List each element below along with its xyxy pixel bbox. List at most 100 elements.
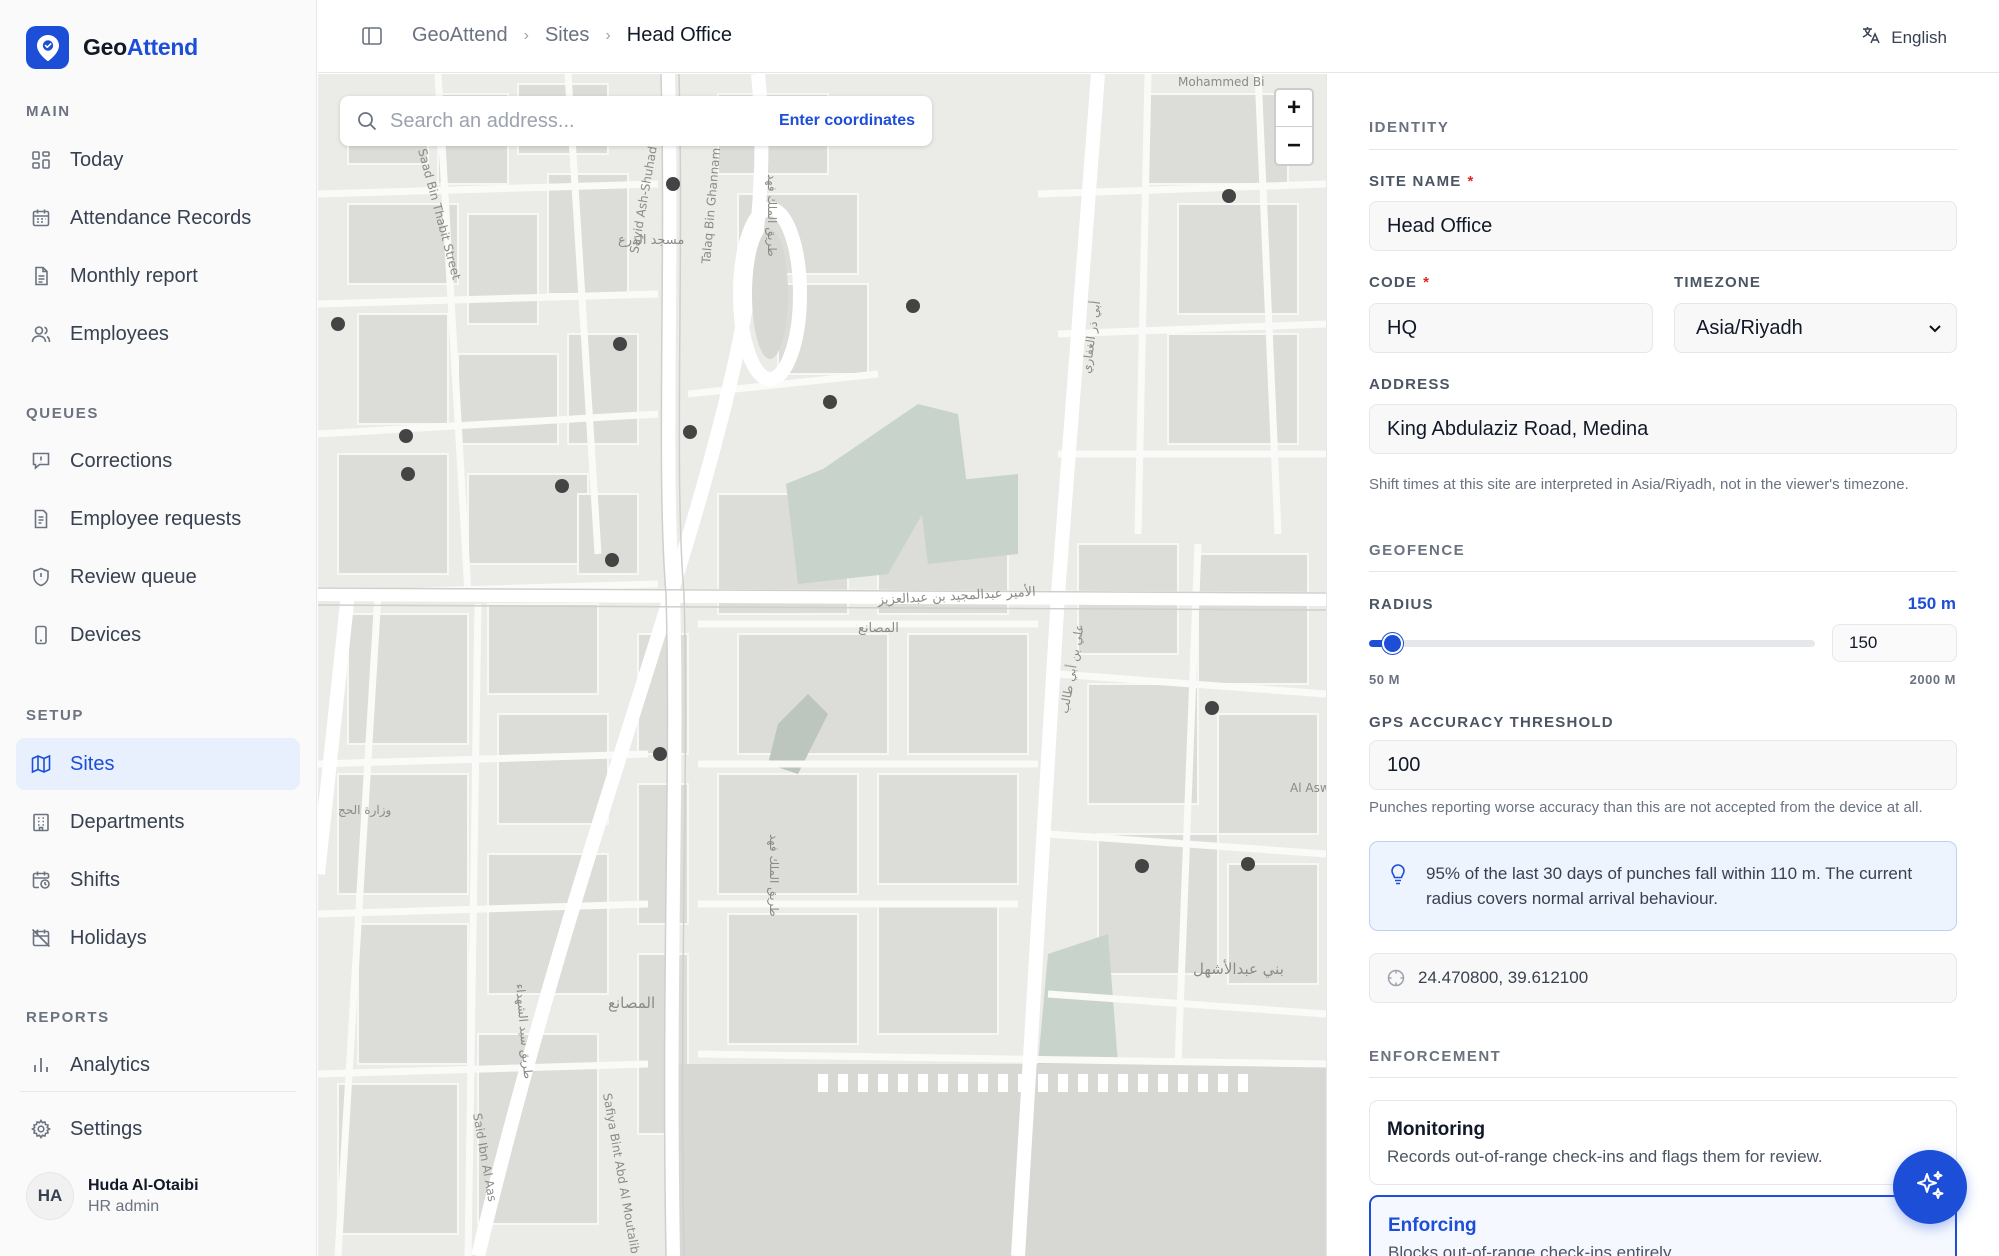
sidebar-item-attendance-records[interactable]: Attendance Records	[16, 192, 300, 244]
chevron-down-icon	[1926, 319, 1944, 337]
enter-coordinates-link[interactable]: Enter coordinates	[779, 112, 915, 130]
brand-name: GeoAttend	[83, 34, 198, 61]
sidebar-item-sites[interactable]: Sites	[16, 738, 300, 790]
phone-icon	[30, 624, 52, 646]
radius-max-label: 2000 M	[1909, 672, 1956, 687]
chevron-right-icon: ›	[605, 26, 611, 44]
address-input[interactable]: King Abdulaziz Road, Medina	[1369, 404, 1957, 454]
radius-display: 150 m	[1907, 594, 1956, 613]
brand-name-geo: Geo	[83, 34, 127, 60]
timezone-select[interactable]: Asia/Riyadh	[1674, 303, 1957, 353]
radius-insight-box: 95% of the last 30 days of punches fall …	[1369, 841, 1957, 931]
sidebar-item-label: Corrections	[70, 449, 173, 472]
zoom-in-button[interactable]: +	[1276, 90, 1312, 127]
sidebar-item-label: Holidays	[70, 926, 147, 949]
code-input[interactable]: HQ	[1369, 303, 1653, 353]
site-form-panel: IDENTITY SITE NAME * Head Office CODE * HQ…	[1326, 74, 1999, 1256]
radius-slider-thumb[interactable]	[1381, 633, 1403, 654]
map-label-king-fahd: طريق الملك فهد	[764, 174, 779, 257]
sidebar-item-holidays[interactable]: Holidays	[16, 912, 300, 964]
sidebar-item-label: Employee requests	[70, 507, 242, 530]
sidebar-item-label: Today	[70, 148, 124, 171]
sidebar-item-label: Analytics	[70, 1053, 151, 1076]
calendar-clock-icon	[30, 869, 52, 891]
sidebar-item-label: Employees	[70, 322, 169, 345]
search-icon	[356, 110, 378, 132]
language-switcher[interactable]: English	[1861, 25, 1947, 50]
sidebar-toggle-icon[interactable]	[360, 24, 384, 48]
section-label-queues: QUEUES	[26, 405, 99, 422]
sidebar-item-label: Monthly report	[70, 264, 198, 287]
map-label-mohammed: Mohammed Bi	[1178, 75, 1264, 89]
sidebar-item-departments[interactable]: Departments	[16, 796, 300, 848]
sidebar-item-today[interactable]: Today	[16, 134, 300, 186]
radius-input[interactable]: 150	[1832, 624, 1957, 662]
map-view[interactable]: الأمير عبدالمجيد بن عبدالعزيز المصانع ال…	[318, 74, 1326, 1256]
section-label-setup: SETUP	[26, 707, 85, 724]
gps-accuracy-input[interactable]: 100	[1369, 740, 1957, 790]
shield-icon	[30, 566, 52, 588]
coordinates-display[interactable]: 24.470800, 39.612100	[1369, 953, 1957, 1003]
language-label: English	[1891, 27, 1947, 47]
map-label-al-asw: Al Asw Gard	[1290, 781, 1326, 795]
map-label-masani: المصانع	[858, 621, 899, 636]
section-divider	[1369, 1077, 1957, 1078]
enforcement-option-monitoring[interactable]: Monitoring Records out-of-range check-in…	[1369, 1100, 1957, 1185]
section-divider	[1369, 149, 1957, 150]
map-label-masani-2: المصانع	[608, 994, 655, 1012]
section-divider	[1369, 571, 1957, 572]
sidebar-divider	[20, 1091, 296, 1092]
sidebar-item-label: Settings	[70, 1117, 143, 1140]
zoom-out-button[interactable]: −	[1276, 127, 1312, 164]
user-profile[interactable]: HA Huda Al-Otaibi HR admin	[26, 1172, 199, 1220]
map-label-king-fahd-2: طريق الملك فهد	[766, 834, 781, 917]
crosshair-icon	[1386, 968, 1406, 988]
code-label-text: CODE	[1369, 274, 1418, 291]
sparkles-icon	[1913, 1168, 1947, 1207]
radius-min-label: 50 M	[1369, 672, 1400, 687]
zoom-control: + −	[1274, 88, 1314, 166]
sidebar-item-shifts[interactable]: Shifts	[16, 854, 300, 906]
topbar: GeoAttend › Sites › Head Office English	[318, 0, 1999, 73]
sidebar-item-corrections[interactable]: Corrections	[16, 435, 300, 487]
sidebar-item-devices[interactable]: Devices	[16, 609, 300, 661]
mode-title: Monitoring	[1387, 1119, 1486, 1140]
code-label: CODE *	[1369, 274, 1431, 291]
sidebar-item-label: Sites	[70, 752, 115, 775]
address-search-input[interactable]	[390, 109, 779, 133]
sidebar-item-employees[interactable]: Employees	[16, 308, 300, 360]
breadcrumb-geoattend[interactable]: GeoAttend	[412, 24, 508, 47]
sidebar-item-settings[interactable]: Settings	[16, 1103, 300, 1155]
chevron-right-icon: ›	[523, 26, 529, 44]
ai-assistant-button[interactable]	[1893, 1150, 1967, 1224]
brand-name-attend: Attend	[126, 34, 198, 60]
radius-insight-text: 95% of the last 30 days of punches fall …	[1426, 864, 1913, 908]
section-label-main: MAIN	[26, 103, 71, 120]
translate-icon	[1861, 25, 1881, 50]
timezone-label: TIMEZONE	[1674, 274, 1762, 291]
site-name-label-text: SITE NAME	[1369, 173, 1462, 190]
sidebar-item-monthly-report[interactable]: Monthly report	[16, 250, 300, 302]
breadcrumb-current: Head Office	[626, 24, 732, 46]
radius-slider[interactable]	[1369, 633, 1815, 654]
section-title-identity: IDENTITY	[1369, 119, 1450, 136]
building-icon	[30, 811, 52, 833]
map-icon	[30, 753, 52, 775]
sidebar-item-analytics[interactable]: Analytics	[16, 1039, 300, 1091]
site-name-input[interactable]: Head Office	[1369, 201, 1957, 251]
map-label-wizara: وزارة الحج	[338, 803, 391, 818]
map-tiles[interactable]: الأمير عبدالمجيد بن عبدالعزيز المصانع ال…	[318, 74, 1326, 1256]
geoattend-logo-icon	[26, 26, 69, 69]
sidebar-item-label: Review queue	[70, 565, 197, 588]
breadcrumb-sites[interactable]: Sites	[545, 24, 589, 47]
sidebar-item-employee-requests[interactable]: Employee requests	[16, 493, 300, 545]
enforcement-option-enforcing[interactable]: Enforcing Blocks out-of-range check-ins …	[1369, 1195, 1957, 1256]
section-title-geofence: GEOFENCE	[1369, 542, 1466, 559]
section-title-enforcement: ENFORCEMENT	[1369, 1048, 1502, 1065]
sidebar-item-review-queue[interactable]: Review queue	[16, 551, 300, 603]
gps-accuracy-label: GPS ACCURACY THRESHOLD	[1369, 714, 1614, 731]
coordinates-text: 24.470800, 39.612100	[1418, 968, 1589, 987]
address-label: ADDRESS	[1369, 376, 1451, 393]
timezone-hint: Shift times at this site are interpreted…	[1369, 476, 1909, 493]
brand[interactable]: GeoAttend	[26, 26, 198, 69]
